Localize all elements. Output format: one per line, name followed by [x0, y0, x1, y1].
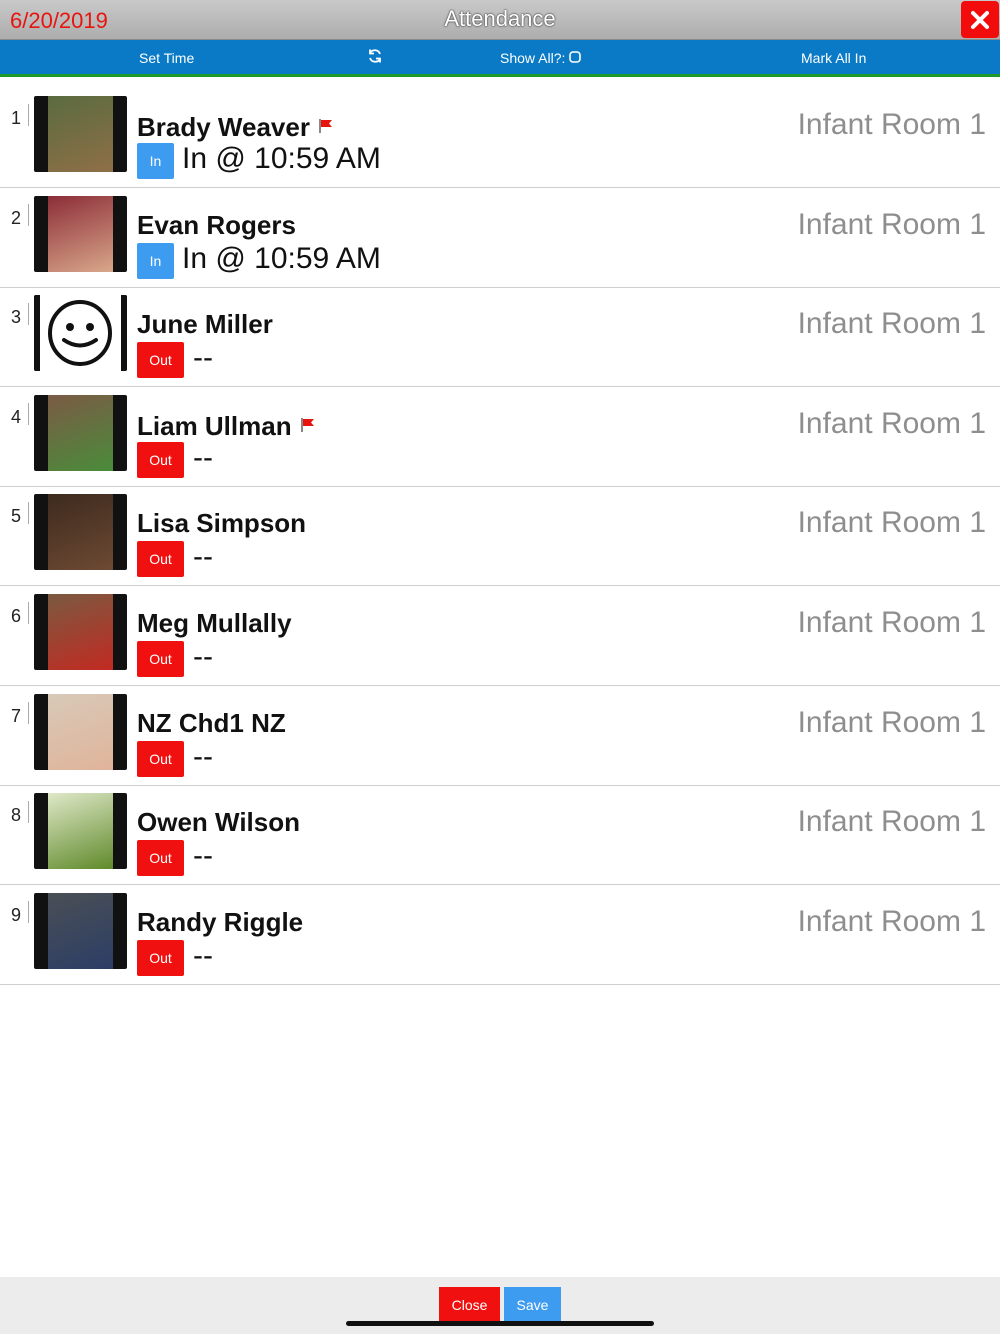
child-photo[interactable]: [34, 494, 127, 570]
room-label: Infant Room 1: [797, 208, 986, 241]
status-text: In @ 10:59 AM: [182, 142, 381, 175]
row-divider: [28, 801, 29, 823]
title-bar: 6/20/2019 Attendance: [0, 0, 1000, 40]
close-window-button[interactable]: [961, 1, 999, 38]
child-row[interactable]: 8 Owen Wilson Infant Room 1 Out --: [0, 785, 1000, 885]
child-row[interactable]: 2 Evan Rogers Infant Room 1 In In @ 10:5…: [0, 188, 1000, 288]
status-text: --: [193, 640, 213, 673]
close-icon: [971, 10, 989, 29]
child-photo[interactable]: [34, 96, 127, 172]
flag-icon[interactable]: [318, 110, 334, 141]
row-number: 6: [11, 606, 22, 626]
status-text: --: [193, 740, 213, 773]
home-indicator: [346, 1321, 654, 1326]
status-text: --: [193, 939, 213, 972]
row-divider: [28, 702, 29, 724]
status-badge[interactable]: In: [137, 243, 174, 279]
room-label: Infant Room 1: [797, 407, 986, 440]
row-number: 4: [11, 407, 22, 427]
close-button[interactable]: Close: [439, 1287, 500, 1323]
child-name-text: Meg Mullally: [137, 608, 292, 638]
show-all-label: Show All?:: [500, 50, 566, 66]
child-name[interactable]: Randy Riggle: [137, 907, 303, 938]
child-name[interactable]: Evan Rogers: [137, 210, 296, 241]
page-title: Attendance: [444, 6, 556, 31]
child-photo[interactable]: [34, 893, 127, 969]
status-badge[interactable]: Out: [137, 641, 184, 677]
child-photo[interactable]: [34, 295, 127, 371]
child-row[interactable]: 4 Liam Ullman Infant Room 1 Out --: [0, 387, 1000, 487]
child-photo[interactable]: [34, 196, 127, 272]
child-name-text: Lisa Simpson: [137, 508, 307, 538]
child-name[interactable]: Liam Ullman: [137, 409, 316, 442]
row-number: 7: [11, 706, 22, 726]
room-label: Infant Room 1: [797, 307, 986, 340]
child-photo[interactable]: [34, 395, 127, 471]
toolbar: Set Time Show All?: Mark All In: [0, 40, 1000, 77]
mark-all-in-button[interactable]: Mark All In: [801, 50, 866, 66]
child-photo[interactable]: [34, 694, 127, 770]
status-badge[interactable]: Out: [137, 442, 184, 478]
child-row[interactable]: 6 Meg Mullally Infant Room 1 Out --: [0, 586, 1000, 686]
status-text: In @ 10:59 AM: [182, 242, 381, 275]
room-label: Infant Room 1: [797, 108, 986, 141]
row-divider: [28, 502, 29, 524]
room-label: Infant Room 1: [797, 606, 986, 639]
status-text: --: [193, 540, 213, 573]
child-name[interactable]: Brady Weaver: [137, 110, 334, 143]
child-photo[interactable]: [34, 793, 127, 869]
row-number: 1: [11, 108, 22, 128]
child-name-text: Liam Ullman: [137, 411, 292, 441]
set-time-button[interactable]: Set Time: [139, 50, 194, 66]
child-name[interactable]: NZ Chd1 NZ: [137, 708, 286, 739]
child-name-text: Evan Rogers: [137, 210, 296, 240]
status-badge[interactable]: Out: [137, 741, 184, 777]
child-name-text: June Miller: [137, 309, 273, 339]
child-photo[interactable]: [34, 594, 127, 670]
row-divider: [28, 602, 29, 624]
child-name-text: Randy Riggle: [137, 907, 304, 937]
status-badge[interactable]: Out: [137, 342, 184, 378]
child-name[interactable]: Lisa Simpson: [137, 508, 306, 539]
row-divider: [28, 303, 29, 325]
child-name-text: Owen Wilson: [137, 807, 300, 837]
row-number: 2: [11, 208, 22, 228]
child-name-text: NZ Chd1 NZ: [137, 708, 286, 738]
status-text: --: [193, 839, 213, 872]
room-label: Infant Room 1: [797, 805, 986, 838]
row-number: 9: [11, 905, 22, 925]
room-label: Infant Room 1: [797, 506, 986, 539]
status-badge[interactable]: Out: [137, 840, 184, 876]
row-number: 3: [11, 307, 22, 327]
row-number: 8: [11, 805, 22, 825]
status-text: --: [193, 441, 213, 474]
save-button[interactable]: Save: [504, 1287, 561, 1323]
row-divider: [28, 403, 29, 425]
row-divider: [28, 901, 29, 923]
child-name[interactable]: June Miller: [137, 309, 273, 340]
row-number: 5: [11, 506, 22, 526]
room-label: Infant Room 1: [797, 905, 986, 938]
child-row[interactable]: 7 NZ Chd1 NZ Infant Room 1 Out --: [0, 686, 1000, 786]
child-row[interactable]: 5 Lisa Simpson Infant Room 1 Out --: [0, 486, 1000, 586]
child-row[interactable]: 9 Randy Riggle Infant Room 1 Out --: [0, 885, 1000, 985]
flag-icon[interactable]: [300, 409, 316, 440]
status-badge[interactable]: Out: [137, 940, 184, 976]
child-row[interactable]: 1 Brady Weaver Infant Room 1 In In @ 10:…: [0, 88, 1000, 188]
show-all-checkbox[interactable]: [569, 50, 581, 66]
child-row[interactable]: 3 June Miller Infant Room 1 Out --: [0, 287, 1000, 387]
child-name[interactable]: Meg Mullally: [137, 608, 292, 639]
status-text: --: [193, 341, 213, 374]
row-divider: [28, 104, 29, 126]
child-name-text: Brady Weaver: [137, 112, 310, 142]
refresh-icon[interactable]: [367, 48, 383, 67]
room-label: Infant Room 1: [797, 706, 986, 739]
status-badge[interactable]: In: [137, 143, 174, 179]
row-divider: [28, 204, 29, 226]
status-badge[interactable]: Out: [137, 541, 184, 577]
child-name[interactable]: Owen Wilson: [137, 807, 300, 838]
